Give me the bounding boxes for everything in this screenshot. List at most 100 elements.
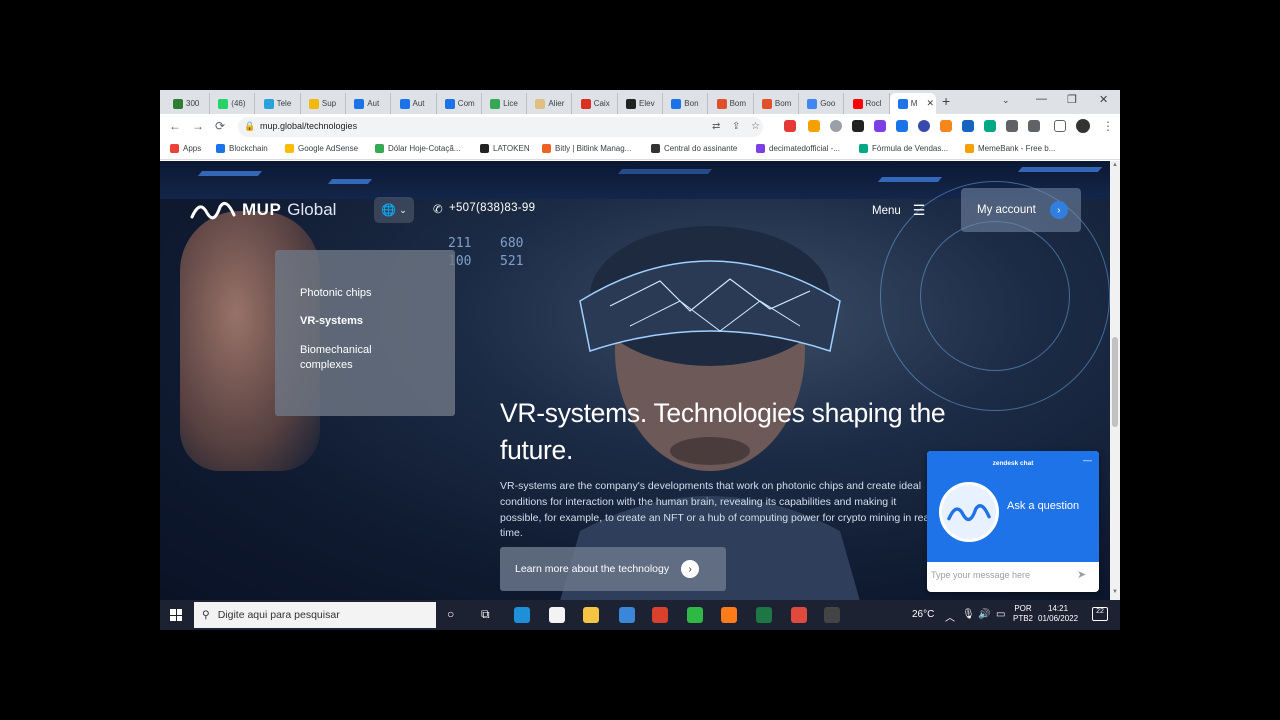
dropdown-item-biomechanical-complexes[interactable]: Biomechanical complexes <box>300 343 400 374</box>
clock[interactable]: 14:21 01/06/2022 <box>1038 604 1078 625</box>
url-text[interactable]: mup.global/technologies <box>260 121 357 131</box>
browser-tab[interactable]: Caix <box>573 93 618 114</box>
bookmark-item[interactable]: Blockchain <box>216 144 268 153</box>
browser-tab[interactable]: Aut <box>346 93 392 114</box>
extension-icon[interactable] <box>1006 120 1018 132</box>
language-selector[interactable]: 🌐 ⌄ <box>374 197 414 223</box>
chat-widget[interactable]: zendesk chat — Ask a question Type your … <box>927 451 1099 592</box>
browser-tab[interactable]: Com <box>437 93 482 114</box>
browser-tab[interactable]: Goo <box>799 93 845 114</box>
close-window-button[interactable]: ✕ <box>1099 93 1108 106</box>
network-icon[interactable]: ▭ <box>996 609 1005 620</box>
browser-tab[interactable]: Lice <box>482 93 528 114</box>
my-account-button[interactable]: My account › <box>961 188 1081 232</box>
site-logo[interactable]: MUP Global <box>190 199 336 221</box>
browser-window: 300 (46) Tele Sup Aut Aut Com Lice Alier Caix Elev… <box>160 90 1120 630</box>
bookmark-item[interactable]: Bitly | Bitlink Manag... <box>542 144 631 153</box>
edge-icon[interactable] <box>514 607 530 623</box>
puzzle-icon[interactable] <box>1028 120 1040 132</box>
windows-start-icon[interactable] <box>170 609 182 621</box>
task-view-icon[interactable]: ⧉ <box>481 607 490 622</box>
phone-link[interactable]: ✆ +507(838)83-99 <box>433 202 535 216</box>
extension-icon[interactable] <box>984 120 996 132</box>
green-app-icon[interactable] <box>687 607 703 623</box>
extension-icon[interactable] <box>808 120 820 132</box>
extension-icon[interactable] <box>852 120 864 132</box>
browser-tab[interactable]: Tele <box>256 93 301 114</box>
page-scrollbar[interactable]: ▲ ▼ <box>1110 161 1120 600</box>
browser-tab[interactable]: M ✕ <box>889 93 936 114</box>
browser-tab[interactable]: Rocl <box>845 93 890 114</box>
extension-icon[interactable] <box>918 120 930 132</box>
bookmark-item[interactable]: MemeBank - Free b... <box>965 144 1055 153</box>
bookmark-item[interactable]: LATOKEN <box>480 144 530 153</box>
extension-icon[interactable] <box>896 120 908 132</box>
firefox-icon[interactable] <box>721 607 737 623</box>
new-tab-button[interactable]: + <box>942 93 950 109</box>
translate-icon[interactable]: ⇄ <box>712 121 720 132</box>
cortana-icon[interactable]: ○ <box>447 607 454 621</box>
excel-icon[interactable] <box>756 607 772 623</box>
browser-tab[interactable]: Bon <box>663 93 709 114</box>
misc-app-icon[interactable] <box>824 607 840 623</box>
scroll-thumb[interactable] <box>1112 337 1118 427</box>
kebab-menu-icon[interactable]: ⋮ <box>1102 119 1114 133</box>
tab-title: Bom <box>729 99 747 108</box>
volume-icon[interactable]: 🔊 <box>978 609 990 620</box>
browser-tab[interactable]: Elev <box>618 93 663 114</box>
metamask-icon[interactable] <box>940 120 952 132</box>
mail-app-icon[interactable] <box>619 607 635 623</box>
restore-button[interactable]: ❐ <box>1067 93 1077 106</box>
extension-icon[interactable] <box>830 120 842 132</box>
bookmark-item[interactable]: decimatedofficial -... <box>756 144 840 153</box>
share-icon[interactable]: ⇪ <box>732 121 740 132</box>
send-icon[interactable]: ➤ <box>1077 568 1086 581</box>
dropdown-item-vr-systems[interactable]: VR-systems <box>300 314 455 329</box>
keyboard-language[interactable]: POR PTB2 <box>1013 604 1033 625</box>
chrome-icon[interactable] <box>791 607 807 623</box>
taskbar-search[interactable]: ⚲ Digite aqui para pesquisar <box>194 602 436 628</box>
learn-more-button[interactable]: Learn more about the technology › <box>500 547 726 591</box>
bookmark-item[interactable]: Apps <box>170 144 201 153</box>
browser-tab[interactable]: (46) <box>210 93 256 114</box>
weather-temperature[interactable]: 26°C <box>912 609 934 620</box>
extension-icon[interactable] <box>874 120 886 132</box>
bookmark-item[interactable]: Fórmula de Vendas... <box>859 144 948 153</box>
back-button[interactable]: ← <box>169 119 181 133</box>
chat-minimize-button[interactable]: — <box>1083 455 1092 465</box>
language-code: POR <box>1014 604 1032 613</box>
forward-button[interactable]: → <box>192 119 204 133</box>
close-tab-icon[interactable]: ✕ <box>926 98 934 109</box>
browser-tab[interactable]: Alier <box>527 93 573 114</box>
bookmark-item[interactable]: Google AdSense <box>285 144 358 153</box>
browser-tab[interactable]: Bom <box>709 93 754 114</box>
microphone-icon[interactable]: 🎙 <box>962 609 975 620</box>
menu-button[interactable]: Menu ☰ <box>872 202 925 219</box>
extension-icon[interactable] <box>784 120 796 132</box>
minimize-button[interactable]: — <box>1036 93 1047 105</box>
extension-icon[interactable] <box>962 120 974 132</box>
tray-chevron-icon[interactable]: ︿ <box>945 609 955 624</box>
bookmark-item[interactable]: Central do assinante <box>651 144 737 153</box>
bookmark-item[interactable]: Dólar Hoje-Cotaçã... <box>375 144 460 153</box>
scroll-up-icon[interactable]: ▲ <box>1112 162 1118 168</box>
red-app-icon[interactable] <box>652 607 668 623</box>
phone-icon: ✆ <box>433 204 443 216</box>
side-panel-icon[interactable] <box>1054 120 1066 132</box>
browser-tab[interactable]: Aut <box>392 93 437 114</box>
notification-center-icon[interactable]: 22 <box>1092 607 1108 621</box>
dropdown-item-photonic-chips[interactable]: Photonic chips <box>300 286 455 301</box>
browser-tab[interactable]: 300 <box>165 93 210 114</box>
explorer-icon[interactable] <box>583 607 599 623</box>
address-bar[interactable]: 🔒 mup.global/technologies ⇄ ⇪ ☆ <box>238 117 763 137</box>
scroll-down-icon[interactable]: ▼ <box>1112 589 1118 595</box>
store-icon[interactable] <box>549 607 565 623</box>
browser-tab[interactable]: Sup <box>301 93 346 114</box>
tab-title: Rocl <box>865 99 882 108</box>
browser-tab[interactable]: Bom <box>754 93 799 114</box>
tab-search-button[interactable]: ⌄ <box>1002 95 1010 106</box>
chat-message-input[interactable]: Type your message here <box>931 570 1071 580</box>
reload-button[interactable]: ⟳ <box>215 119 225 133</box>
bookmark-star-icon[interactable]: ☆ <box>751 121 760 132</box>
profile-avatar[interactable] <box>1076 119 1090 133</box>
